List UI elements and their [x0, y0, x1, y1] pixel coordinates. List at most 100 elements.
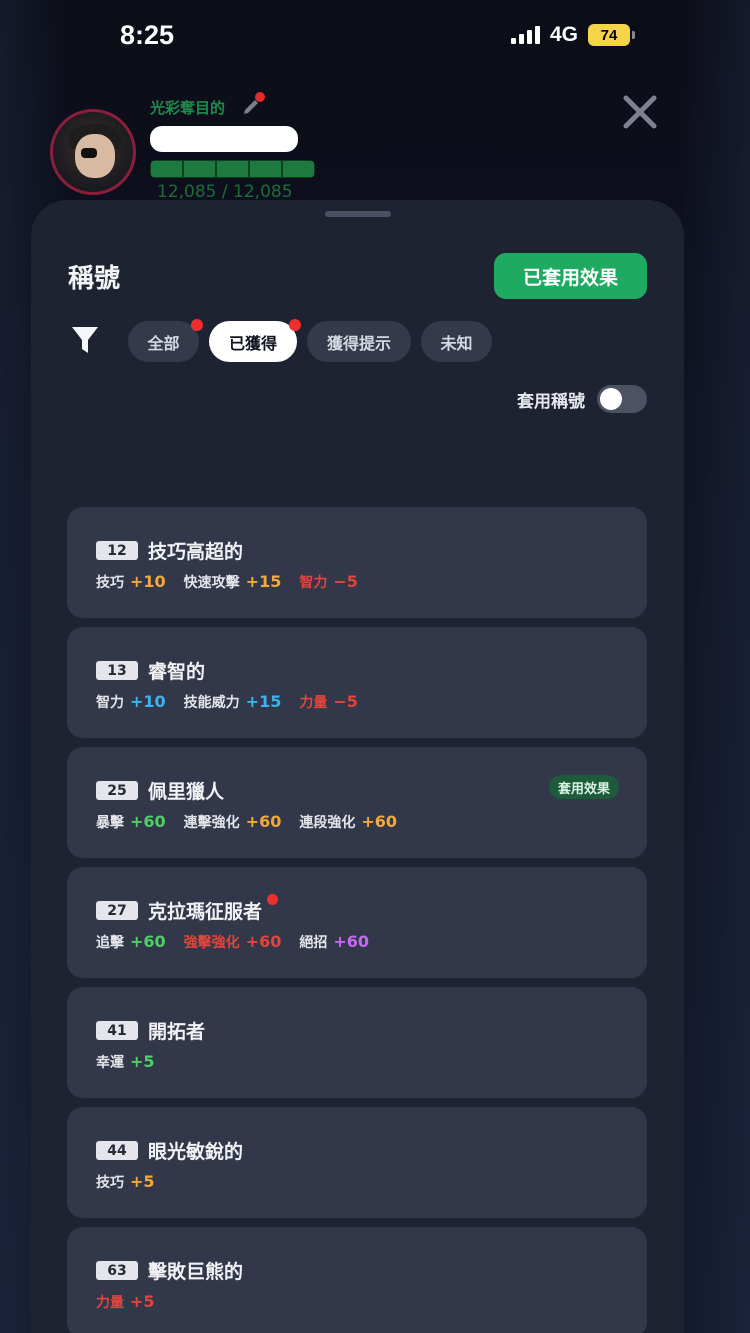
- title-card[interactable]: 27 克拉瑪征服者追擊 +60 強擊強化 +60 絕招 +60: [67, 867, 647, 978]
- stat-value: +60: [361, 812, 398, 831]
- stat-value: +5: [130, 1172, 155, 1191]
- avatar[interactable]: [50, 109, 136, 195]
- title-name: 佩里獵人: [148, 781, 225, 803]
- title-level-badge: 12: [96, 541, 138, 560]
- stat-name: 力量: [299, 695, 328, 711]
- title-card[interactable]: 41 開拓者幸運 +5: [67, 987, 647, 1098]
- close-icon[interactable]: [622, 94, 658, 130]
- status-time: 8:25: [120, 19, 175, 50]
- stat-item: 技能威力 +15: [184, 692, 282, 712]
- applied-effect-badge: 套用效果: [548, 775, 619, 799]
- sheet-grabber[interactable]: [325, 211, 391, 217]
- title-level-badge: 13: [96, 661, 138, 680]
- title-card[interactable]: 25 佩里獵人 套用效果暴擊 +60 連擊強化 +60 連段強化 +60: [67, 747, 647, 858]
- status-bar: 8:25 4G 74: [0, 0, 750, 70]
- title-stats: 力量 +5: [96, 1292, 155, 1312]
- stat-name: 智力: [96, 695, 124, 711]
- tab-unknown[interactable]: 未知: [421, 321, 492, 362]
- title-level-badge: 25: [96, 781, 138, 800]
- status-indicators: 4G 74: [510, 23, 635, 47]
- stat-item: 暴擊 +60: [96, 812, 166, 832]
- title-stats: 暴擊 +60 連擊強化 +60 連段強化 +60: [96, 812, 397, 832]
- new-title-dot: [267, 894, 279, 905]
- profile-title-tag: 光彩奪目的: [150, 99, 226, 117]
- stat-value: +10: [130, 572, 166, 591]
- title-header: 41 開拓者: [96, 1017, 205, 1044]
- stat-name: 幸運: [96, 1055, 124, 1071]
- title-name: 技巧高超的: [148, 541, 244, 563]
- filter-icon[interactable]: [71, 325, 99, 355]
- tab-hints[interactable]: 獲得提示: [307, 321, 411, 362]
- title-name: 睿智的: [148, 661, 206, 683]
- title-header: 25 佩里獵人: [96, 777, 224, 804]
- title-header: 44 眼光敏銳的: [96, 1137, 243, 1164]
- stat-name: 連段強化: [299, 815, 356, 831]
- applied-effects-button[interactable]: 已套用效果: [494, 253, 647, 299]
- stat-value: +5: [130, 1292, 155, 1311]
- stat-name: 連擊強化: [183, 815, 240, 831]
- stat-item: 技巧 +5: [96, 1172, 155, 1192]
- stat-value: +60: [130, 812, 166, 831]
- stat-name: 強擊強化: [183, 935, 240, 951]
- battery-icon: 74: [588, 24, 635, 46]
- title-card[interactable]: 44 眼光敏銳的技巧 +5: [67, 1107, 647, 1218]
- stat-name: 技能威力: [183, 695, 240, 711]
- stat-value: +15: [245, 692, 282, 711]
- signal-icon: [510, 26, 540, 44]
- network-type: 4G: [549, 23, 578, 46]
- title-stats: 智力 +10 技能威力 +15 力量 −5: [96, 692, 358, 712]
- hp-text: 12,085 / 12,085: [157, 182, 293, 202]
- stat-value: +60: [245, 932, 282, 951]
- tab-all[interactable]: 全部: [128, 319, 203, 362]
- stat-item: 追擊 +60: [96, 932, 166, 952]
- stat-value: +15: [245, 572, 282, 591]
- hp-separator: /: [221, 182, 228, 202]
- title-name: 開拓者: [148, 1021, 206, 1043]
- hp-current: 12,085: [157, 182, 217, 202]
- stat-name: 快速攻擊: [183, 575, 240, 591]
- tab-label: 全部: [147, 333, 180, 353]
- stat-name: 技巧: [96, 575, 124, 591]
- battery-level: 74: [600, 26, 618, 44]
- stat-name: 暴擊: [96, 815, 124, 831]
- stat-name: 絕招: [299, 935, 328, 951]
- title-stats: 幸運 +5: [96, 1052, 155, 1072]
- stat-value: −5: [333, 692, 358, 711]
- title-list[interactable]: 11強大的力量+10技巧−5 12 技巧高超的技巧 +10 快速攻擊 +15 智力 −5 13 睿…: [67, 417, 647, 1333]
- title-stats: 技巧 +10 快速攻擊 +15 智力 −5: [96, 572, 358, 592]
- stat-name: 追擊: [96, 935, 124, 951]
- stat-item: 力量 −5: [299, 692, 358, 712]
- notification-dot: [289, 319, 301, 331]
- stat-item: 連段強化 +60: [299, 812, 397, 832]
- title-level-badge: 27: [96, 901, 138, 920]
- title-card[interactable]: 13 睿智的智力 +10 技能威力 +15 力量 −5: [67, 627, 647, 738]
- title-name: 克拉瑪征服者: [148, 901, 263, 923]
- title-card[interactable]: 12 技巧高超的 技巧 +10 快速攻擊 +15 智力 −5: [67, 507, 647, 618]
- stat-name: 技巧: [96, 1175, 124, 1191]
- hp-max: 12,085: [233, 182, 293, 202]
- title-name: 眼光敏銳的: [148, 1141, 244, 1163]
- tab-obtained[interactable]: 已獲得: [209, 319, 301, 362]
- tab-label: 未知: [440, 333, 473, 353]
- stat-name: 力量: [96, 1295, 124, 1311]
- stat-item: 技巧 +10: [96, 572, 166, 592]
- stat-value: +5: [130, 1052, 155, 1071]
- title-header: 13 睿智的: [96, 657, 205, 684]
- list-top-fade: [67, 417, 647, 477]
- sheet-title: 稱號: [68, 264, 121, 294]
- title-level-badge: 41: [96, 1021, 138, 1040]
- apply-title-toggle[interactable]: [597, 385, 647, 413]
- stat-value: +60: [333, 932, 370, 951]
- tab-bar: 全部 已獲得 獲得提示 未知: [128, 319, 492, 362]
- notification-dot: [191, 319, 203, 331]
- tab-label: 已獲得: [228, 333, 277, 353]
- title-header: 63 擊敗巨熊的: [96, 1257, 243, 1284]
- player-name-redacted: [150, 126, 298, 152]
- stat-value: +10: [130, 692, 166, 711]
- title-card[interactable]: 63 擊敗巨熊的力量 +5: [67, 1227, 647, 1333]
- title-stats: 技巧 +5: [96, 1172, 155, 1192]
- title-card[interactable]: 11強大的力量+10技巧−5: [67, 417, 647, 426]
- stat-item: 幸運 +5: [96, 1052, 155, 1072]
- stat-value: +60: [245, 812, 282, 831]
- title-header: 12 技巧高超的: [96, 537, 243, 564]
